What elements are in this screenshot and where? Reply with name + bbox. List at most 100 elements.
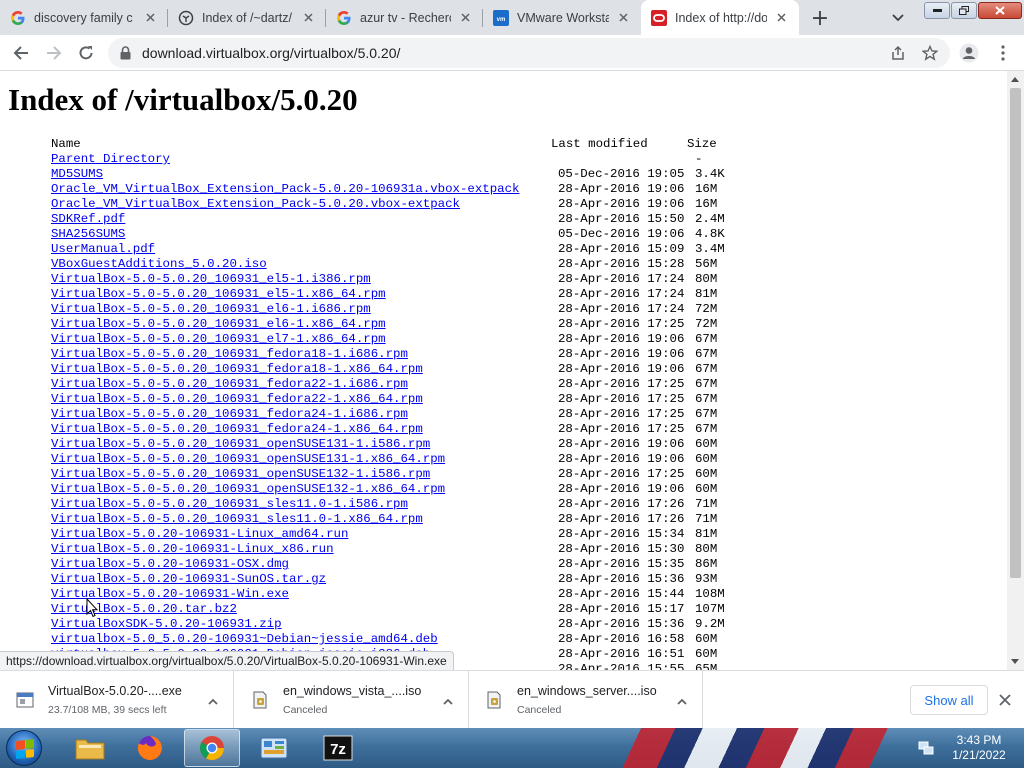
close-tab-button[interactable] bbox=[615, 10, 631, 26]
restore-button[interactable] bbox=[951, 2, 977, 19]
download-item[interactable]: VirtualBox-5.0.20-....exe 23.7/108 MB, 39… bbox=[0, 671, 234, 729]
taskbar-7zip-button[interactable]: 7z bbox=[310, 729, 366, 767]
file-link[interactable]: virtualbox-5.0_5.0.20-106931~Debian~jess… bbox=[51, 632, 438, 646]
taskbar-explorer-button[interactable] bbox=[62, 729, 118, 767]
file-link[interactable]: VirtualBox-5.0-5.0.20_106931_fedora18-1.… bbox=[51, 347, 408, 361]
close-tab-button[interactable] bbox=[457, 10, 473, 26]
network-icon[interactable] bbox=[918, 740, 934, 756]
file-size: 60M bbox=[695, 482, 718, 496]
browser-tab[interactable]: Index of /~dartz/ bbox=[168, 0, 326, 35]
file-date: 28-Apr-2016 17:24 bbox=[558, 287, 685, 301]
url-text[interactable]: download.virtualbox.org/virtualbox/5.0.2… bbox=[142, 45, 400, 61]
close-window-button[interactable] bbox=[978, 2, 1022, 19]
tab-search-button[interactable] bbox=[884, 5, 912, 31]
file-link[interactable]: VBoxGuestAdditions_5.0.20.iso bbox=[51, 257, 267, 271]
browser-tab[interactable]: discovery family c bbox=[0, 0, 168, 35]
taskbar-control-panel-button[interactable] bbox=[246, 729, 302, 767]
file-link[interactable]: SDKRef.pdf bbox=[51, 212, 125, 226]
file-link[interactable]: Oracle_VM_VirtualBox_Extension_Pack-5.0.… bbox=[51, 197, 460, 211]
file-link[interactable]: VirtualBox-5.0-5.0.20_106931_fedora24-1.… bbox=[51, 422, 423, 436]
file-link[interactable]: SHA256SUMS bbox=[51, 227, 125, 241]
show-all-downloads-button[interactable]: Show all bbox=[910, 685, 988, 715]
tab-title: VMware Workstatio bbox=[517, 10, 609, 25]
file-date: 28-Apr-2016 16:51 bbox=[558, 647, 685, 661]
file-link[interactable]: VirtualBox-5.0-5.0.20_106931_el5-1.i386.… bbox=[51, 272, 371, 286]
file-link[interactable]: VirtualBox-5.0-5.0.20_106931_fedora22-1.… bbox=[51, 392, 423, 406]
svg-text:7z: 7z bbox=[330, 741, 346, 758]
file-row: virtualbox-5.0_5.0.20-106931~Debian~jess… bbox=[51, 632, 771, 647]
file-date: 28-Apr-2016 19:06 bbox=[558, 332, 685, 346]
tab-strip: discovery family c Index of /~dartz/azur … bbox=[0, 0, 1024, 35]
file-link[interactable]: Parent Directory bbox=[51, 152, 170, 166]
lock-icon[interactable] bbox=[120, 46, 131, 60]
file-link[interactable]: VirtualBox-5.0.20-106931-Linux_amd64.run bbox=[51, 527, 348, 541]
vertical-scrollbar[interactable] bbox=[1007, 71, 1024, 670]
new-tab-button[interactable]: + bbox=[806, 5, 834, 31]
file-link[interactable]: VirtualBox-5.0-5.0.20_106931_fedora18-1.… bbox=[51, 362, 423, 376]
file-link[interactable]: VirtualBox-5.0-5.0.20_106931_el6-1.x86_6… bbox=[51, 317, 386, 331]
back-button[interactable] bbox=[7, 39, 35, 67]
file-link[interactable]: VirtualBox-5.0-5.0.20_106931_openSUSE132… bbox=[51, 482, 445, 496]
file-row: UserManual.pdf 28-Apr-2016 15:09 3.4M bbox=[51, 242, 771, 257]
file-link[interactable]: UserManual.pdf bbox=[51, 242, 155, 256]
file-link[interactable]: VirtualBox-5.0.20-106931-OSX.dmg bbox=[51, 557, 289, 571]
scrollbar-thumb[interactable] bbox=[1010, 88, 1021, 578]
share-icon[interactable] bbox=[890, 45, 906, 61]
file-row: MD5SUMS 05-Dec-2016 19:05 3.4K bbox=[51, 167, 771, 182]
profile-button[interactable] bbox=[958, 42, 980, 64]
file-link[interactable]: Oracle_VM_VirtualBox_Extension_Pack-5.0.… bbox=[51, 182, 519, 196]
file-link[interactable]: VirtualBox-5.0-5.0.20_106931_el5-1.x86_6… bbox=[51, 287, 386, 301]
download-item[interactable]: en_windows_vista_....iso Canceled bbox=[235, 671, 469, 729]
file-link[interactable]: VirtualBox-5.0-5.0.20_106931_sles11.0-1.… bbox=[51, 512, 423, 526]
taskbar-chrome-button[interactable] bbox=[184, 729, 240, 767]
file-link[interactable]: VirtualBox-5.0-5.0.20_106931_fedora24-1.… bbox=[51, 407, 408, 421]
download-options-button[interactable] bbox=[442, 693, 454, 705]
file-link[interactable]: VirtualBoxSDK-5.0.20-106931.zip bbox=[51, 617, 282, 631]
close-download-shelf-button[interactable] bbox=[996, 691, 1014, 709]
file-size: 107M bbox=[695, 602, 725, 616]
scroll-down-arrow[interactable] bbox=[1011, 659, 1019, 664]
file-link[interactable]: VirtualBox-5.0-5.0.20_106931_el6-1.i686.… bbox=[51, 302, 371, 316]
more-vertical-icon bbox=[1001, 45, 1005, 61]
browser-tab[interactable]: Index of http://do bbox=[641, 0, 799, 35]
file-link[interactable]: VirtualBox-5.0-5.0.20_106931_sles11.0-1.… bbox=[51, 497, 408, 511]
taskbar-clock[interactable]: 3:43 PM 1/21/2022 bbox=[944, 733, 1014, 763]
file-link[interactable]: VirtualBox-5.0.20-106931-SunOS.tar.gz bbox=[51, 572, 326, 586]
file-link[interactable]: VirtualBox-5.0-5.0.20_106931_openSUSE131… bbox=[51, 452, 445, 466]
forward-button[interactable] bbox=[40, 39, 68, 67]
file-link[interactable]: VirtualBox-5.0-5.0.20_106931_el7-1.x86_6… bbox=[51, 332, 386, 346]
file-link[interactable]: VirtualBox-5.0.20-106931-Linux_x86.run bbox=[51, 542, 334, 556]
file-link[interactable]: MD5SUMS bbox=[51, 167, 103, 181]
file-row: VirtualBox-5.0-5.0.20_106931_fedora18-1.… bbox=[51, 347, 771, 362]
file-link[interactable]: VirtualBox-5.0.20.tar.bz2 bbox=[51, 602, 237, 616]
download-options-button[interactable] bbox=[207, 693, 219, 705]
file-size: 4.8K bbox=[695, 227, 725, 241]
file-date: 28-Apr-2016 17:25 bbox=[558, 317, 685, 331]
download-options-button[interactable] bbox=[676, 693, 688, 705]
taskbar-firefox-button[interactable] bbox=[122, 729, 178, 767]
reload-button[interactable] bbox=[72, 39, 100, 67]
browser-tab[interactable]: vm VMware Workstatio bbox=[483, 0, 641, 35]
file-link[interactable]: VirtualBox-5.0-5.0.20_106931_openSUSE131… bbox=[51, 437, 430, 451]
close-tab-button[interactable] bbox=[300, 10, 316, 26]
file-row: VirtualBox-5.0-5.0.20_106931_sles11.0-1.… bbox=[51, 512, 771, 527]
minimize-button[interactable] bbox=[924, 2, 950, 19]
file-row: SDKRef.pdf 28-Apr-2016 15:50 2.4M bbox=[51, 212, 771, 227]
file-link[interactable]: VirtualBox-5.0-5.0.20_106931_fedora22-1.… bbox=[51, 377, 408, 391]
close-tab-button[interactable] bbox=[142, 10, 158, 26]
bookmark-star-icon[interactable] bbox=[922, 45, 938, 61]
scroll-up-arrow[interactable] bbox=[1011, 77, 1019, 82]
google-g-icon bbox=[10, 10, 26, 26]
download-item[interactable]: en_windows_server....iso Canceled bbox=[469, 671, 703, 729]
file-date: 28-Apr-2016 15:44 bbox=[558, 587, 685, 601]
address-bar[interactable]: download.virtualbox.org/virtualbox/5.0.2… bbox=[108, 38, 950, 68]
start-button[interactable] bbox=[6, 730, 42, 766]
file-link[interactable]: VirtualBox-5.0-5.0.20_106931_openSUSE132… bbox=[51, 467, 430, 481]
file-row: VirtualBox-5.0.20-106931-SunOS.tar.gz 28-… bbox=[51, 572, 771, 587]
browser-tab[interactable]: azur tv - Recherch bbox=[326, 0, 483, 35]
close-tab-button[interactable] bbox=[773, 10, 789, 26]
column-header-name: Name bbox=[51, 137, 81, 151]
file-date: 28-Apr-2016 15:34 bbox=[558, 527, 685, 541]
browser-menu-button[interactable] bbox=[992, 42, 1014, 64]
file-row: VirtualBox-5.0.20.tar.bz2 28-Apr-2016 15:… bbox=[51, 602, 771, 617]
